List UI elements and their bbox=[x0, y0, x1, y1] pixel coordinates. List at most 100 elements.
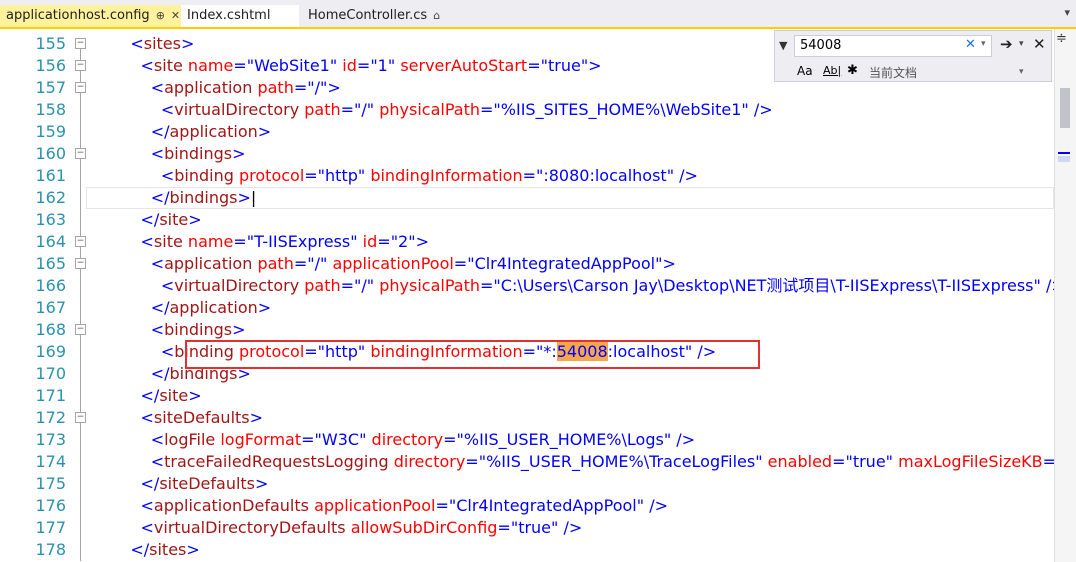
code-line[interactable]: 177 <virtualDirectoryDefaults allowSubDi… bbox=[0, 517, 1054, 539]
tab-overflow-dropdown-icon[interactable]: ▾ bbox=[1064, 6, 1070, 19]
code-token: logFormat bbox=[220, 430, 302, 449]
code-token: </ bbox=[110, 210, 160, 229]
toggle-replace-icon[interactable]: ▼ bbox=[779, 39, 787, 52]
collapse-icon[interactable]: − bbox=[75, 236, 86, 247]
code-text: <siteDefaults> bbox=[110, 407, 264, 429]
match-case-toggle[interactable]: Aa bbox=[797, 64, 813, 78]
code-token: < bbox=[110, 254, 165, 273]
tab-index-cshtml[interactable]: Index.cshtml bbox=[181, 5, 299, 27]
line-number: 167 bbox=[35, 298, 66, 317]
code-token: < bbox=[110, 144, 165, 163]
code-token: =" bbox=[304, 166, 326, 185]
scrollbar-thumb[interactable] bbox=[1060, 88, 1070, 128]
code-token: application bbox=[169, 122, 258, 141]
code-token: /> bbox=[676, 430, 696, 449]
line-number: 160 bbox=[35, 144, 66, 163]
scope-dropdown-icon[interactable]: ▾ bbox=[1019, 67, 1024, 77]
code-line[interactable]: 167 </application> bbox=[0, 297, 1054, 319]
clear-search-icon[interactable]: ✕ bbox=[965, 37, 976, 52]
line-number: 156 bbox=[35, 56, 66, 75]
code-token: > bbox=[249, 408, 264, 427]
fold-guide bbox=[80, 385, 81, 407]
code-token: virtualDirectory bbox=[174, 276, 300, 295]
fold-guide bbox=[80, 363, 81, 385]
find-next-icon[interactable]: ➔ bbox=[1000, 35, 1013, 53]
code-line[interactable]: 161 <binding protocol="http" bindingInfo… bbox=[0, 165, 1054, 187]
code-line[interactable]: 160− <bindings> bbox=[0, 143, 1054, 165]
regex-toggle[interactable]: ✱ bbox=[847, 63, 858, 78]
collapse-icon[interactable]: − bbox=[75, 148, 86, 159]
tab-homecontroller-cs[interactable]: HomeController.cs ⌂ bbox=[302, 5, 478, 27]
code-token: =" bbox=[465, 452, 487, 471]
collapse-icon[interactable]: − bbox=[75, 324, 86, 335]
code-line[interactable]: 171 </site> bbox=[0, 385, 1054, 407]
line-number: 157 bbox=[35, 78, 66, 97]
code-token: Clr4IntegratedAppPool bbox=[474, 254, 656, 273]
code-line[interactable]: 166 <virtualDirectory path="/" physicalP… bbox=[0, 275, 1054, 297]
code-token: 1 bbox=[377, 56, 388, 75]
code-line[interactable]: 172− <siteDefaults> bbox=[0, 407, 1054, 429]
close-icon[interactable]: ✕ bbox=[171, 9, 180, 22]
tab-label: Index.cshtml bbox=[187, 8, 271, 23]
code-line[interactable]: 174 <traceFailedRequestsLogging director… bbox=[0, 451, 1054, 473]
code-line[interactable]: 175 </siteDefaults> bbox=[0, 473, 1054, 495]
code-text: <bindings> bbox=[110, 319, 246, 341]
code-token: path bbox=[257, 254, 294, 273]
code-line[interactable]: 176 <applicationDefaults applicationPool… bbox=[0, 495, 1054, 517]
collapse-icon[interactable]: − bbox=[75, 38, 86, 49]
code-token: siteDefaults bbox=[159, 474, 256, 493]
find-input[interactable]: 54008 bbox=[794, 35, 992, 57]
match-whole-word-toggle[interactable]: Ab| bbox=[823, 64, 841, 77]
code-token: "> bbox=[655, 254, 676, 273]
code-line[interactable]: 162 </bindings>| bbox=[0, 187, 1054, 209]
code-token: > bbox=[232, 144, 246, 163]
code-token: logFile bbox=[164, 430, 216, 449]
fold-guide bbox=[80, 99, 81, 121]
code-token: </ bbox=[110, 364, 170, 383]
text-caret: | bbox=[250, 188, 257, 207]
tab-applicationhost-config[interactable]: applicationhost.config ⊕ ✕ bbox=[0, 5, 181, 27]
code-token: directory bbox=[393, 452, 466, 471]
code-token: id bbox=[362, 232, 378, 251]
code-text: <traceFailedRequestsLogging directory="%… bbox=[110, 451, 1054, 473]
line-number: 165 bbox=[35, 254, 66, 273]
collapse-icon[interactable]: − bbox=[75, 412, 86, 423]
collapse-icon[interactable]: − bbox=[75, 60, 86, 71]
find-options-dropdown-icon[interactable]: ▾ bbox=[1019, 39, 1024, 49]
code-line[interactable]: 168− <bindings> bbox=[0, 319, 1054, 341]
code-line[interactable]: 178 </sites> bbox=[0, 539, 1054, 561]
code-line[interactable]: 164− <site name="T-IISExpress" id="2"> bbox=[0, 231, 1054, 253]
close-find-icon[interactable]: ✕ bbox=[1033, 35, 1046, 53]
code-token: > bbox=[255, 474, 269, 493]
line-number: 170 bbox=[35, 364, 66, 383]
code-text: </site> bbox=[110, 385, 202, 407]
code-token: =" bbox=[340, 100, 362, 119]
collapse-icon[interactable]: − bbox=[75, 258, 86, 269]
code-token: =" bbox=[301, 430, 322, 449]
code-token: < bbox=[110, 452, 165, 471]
code-editor[interactable]: 155− <sites> 156− <site name="WebSite1" i… bbox=[0, 29, 1054, 562]
code-text: <bindings> bbox=[110, 143, 246, 165]
code-line[interactable]: 159 </application> bbox=[0, 121, 1054, 143]
code-token: physicalPath bbox=[379, 100, 480, 119]
search-scope-select[interactable]: 当前文档 bbox=[869, 64, 917, 81]
code-line[interactable]: 163 </site> bbox=[0, 209, 1054, 231]
collapse-icon[interactable]: − bbox=[75, 82, 86, 93]
code-token: binding bbox=[174, 166, 234, 185]
code-token: =" bbox=[832, 452, 853, 471]
search-history-dropdown-icon[interactable]: ▾ bbox=[981, 39, 986, 49]
code-line[interactable]: 173 <logFile logFormat="W3C" directory="… bbox=[0, 429, 1054, 451]
code-line[interactable]: 158 <virtualDirectory path="/" physicalP… bbox=[0, 99, 1054, 121]
code-text: </sites> bbox=[110, 539, 199, 561]
split-window-icon[interactable]: ≑ bbox=[1056, 31, 1067, 46]
code-text: <virtualDirectoryDefaults allowSubDirCon… bbox=[110, 517, 583, 539]
tab-label: HomeController.cs bbox=[308, 8, 428, 23]
code-token: > bbox=[180, 34, 195, 53]
code-line[interactable]: 165− <application path="/" applicationPo… bbox=[0, 253, 1054, 275]
code-token: =" bbox=[293, 254, 315, 273]
code-token: =" bbox=[527, 56, 548, 75]
pin-icon[interactable]: ⊕ bbox=[156, 9, 165, 22]
code-token: "> bbox=[580, 56, 602, 75]
line-number: 172 bbox=[35, 408, 66, 427]
code-token: =" bbox=[497, 518, 519, 537]
